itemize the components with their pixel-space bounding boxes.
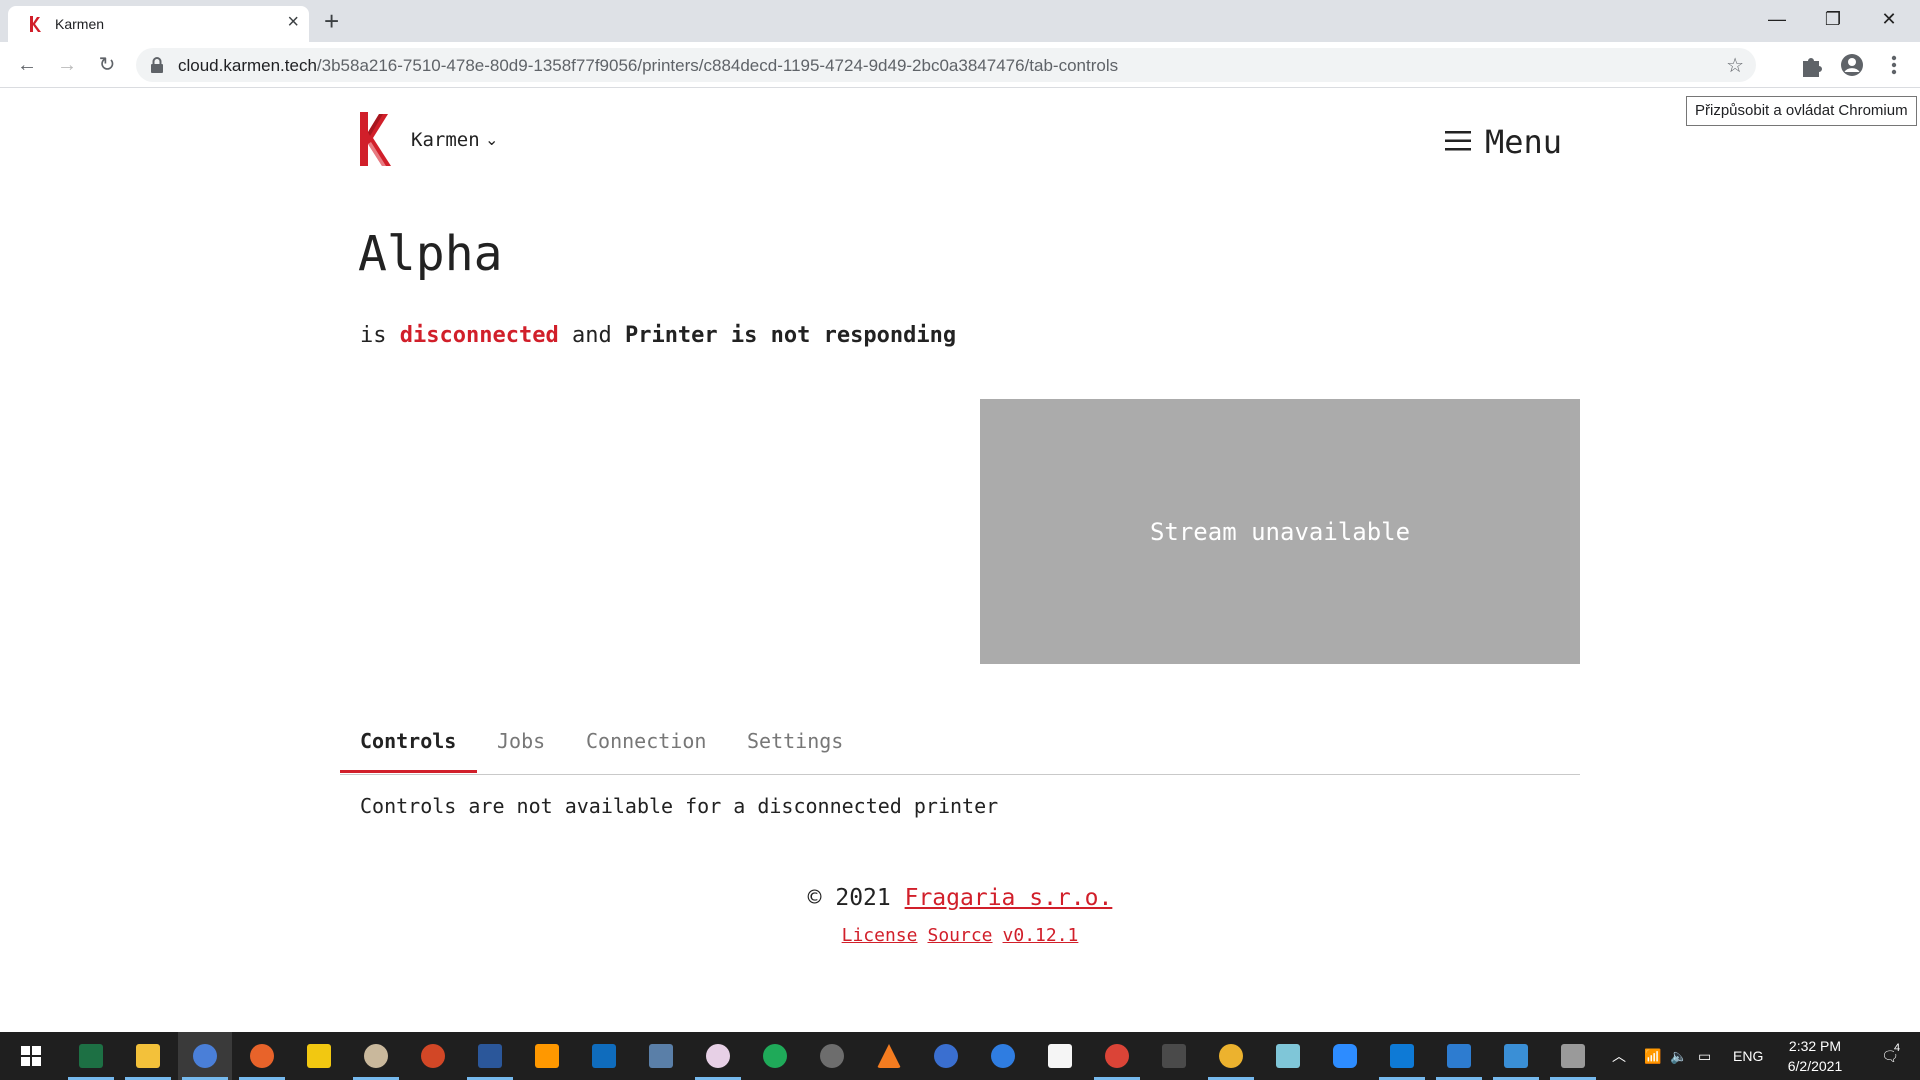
system-clock[interactable]: 2:32 PM 6/2/2021 bbox=[1770, 1036, 1860, 1076]
chevron-down-icon[interactable]: ⌄ bbox=[485, 130, 498, 150]
file-explorer-taskbar-icon[interactable] bbox=[121, 1032, 175, 1080]
restore-window-button[interactable]: ❐ bbox=[1810, 4, 1856, 34]
clock-time: 2:32 PM bbox=[1788, 1038, 1842, 1054]
tab-controls[interactable]: Controls bbox=[360, 729, 456, 753]
powerpoint-taskbar-icon[interactable] bbox=[406, 1032, 460, 1080]
new-tab-button[interactable]: + bbox=[324, 6, 339, 36]
slack-taskbar-icon[interactable] bbox=[1204, 1032, 1258, 1080]
url-text[interactable]: cloud.karmen.tech/3b58a216-7510-478e-80d… bbox=[178, 56, 1118, 76]
printer-app-taskbar-icon[interactable] bbox=[1546, 1032, 1600, 1080]
clapperboard-taskbar-icon[interactable] bbox=[1147, 1032, 1201, 1080]
status-prefix: is bbox=[360, 323, 387, 348]
start-button[interactable] bbox=[4, 1032, 58, 1080]
word-taskbar-icon[interactable] bbox=[463, 1032, 517, 1080]
browser-toolbar: ← → ↻ cloud.karmen.tech/3b58a216-7510-47… bbox=[0, 42, 1920, 88]
bookmark-star-icon[interactable]: ☆ bbox=[1726, 53, 1744, 78]
copyright-text: © 2021 bbox=[807, 885, 891, 911]
vscode-taskbar-icon[interactable] bbox=[1375, 1032, 1429, 1080]
paint-taskbar-icon[interactable] bbox=[349, 1032, 403, 1080]
tooltip: Přizpůsobit a ovládat Chromium bbox=[1686, 96, 1917, 126]
stream-panel: Stream unavailable bbox=[980, 399, 1580, 664]
karmen-favicon-icon bbox=[30, 16, 41, 32]
address-bar[interactable]: cloud.karmen.tech/3b58a216-7510-478e-80d… bbox=[136, 48, 1756, 82]
tab-connection[interactable]: Connection bbox=[586, 729, 706, 753]
karmen-logo-icon[interactable] bbox=[358, 112, 392, 166]
outlook-taskbar-icon[interactable] bbox=[577, 1032, 631, 1080]
footer-copyright: © 2021 Fragaria s.r.o. bbox=[0, 885, 1920, 911]
excel-taskbar-icon[interactable] bbox=[64, 1032, 118, 1080]
lock-icon bbox=[151, 57, 163, 73]
minimize-window-button[interactable]: — bbox=[1754, 4, 1800, 34]
reload-button[interactable]: ↻ bbox=[92, 50, 122, 80]
card-app-taskbar-icon[interactable] bbox=[1489, 1032, 1543, 1080]
paint3d-taskbar-icon[interactable] bbox=[691, 1032, 745, 1080]
footer-links: License Source v0.12.1 bbox=[0, 925, 1920, 946]
photos-taskbar-icon[interactable] bbox=[1432, 1032, 1486, 1080]
chrome-menu-icon[interactable] bbox=[1880, 51, 1908, 79]
firefox-taskbar-icon[interactable] bbox=[235, 1032, 289, 1080]
url-path: /3b58a216-7510-478e-80d9-1358f77f9056/pr… bbox=[316, 56, 1119, 75]
stream-message: Stream unavailable bbox=[1149, 517, 1411, 546]
clock-date: 6/2/2021 bbox=[1787, 1058, 1843, 1074]
license-link[interactable]: License bbox=[842, 925, 918, 946]
forward-button[interactable]: → bbox=[52, 50, 82, 80]
page-title: Alpha bbox=[358, 226, 503, 282]
browser-tab-strip: Karmen × + — ❐ ✕ bbox=[0, 0, 1920, 42]
hamburger-menu-icon bbox=[1445, 131, 1471, 151]
battery-icon[interactable]: ▭ bbox=[1698, 1032, 1711, 1080]
show-hidden-icons-chevron[interactable]: ︿ bbox=[1612, 1032, 1626, 1080]
windows-taskbar: ︿ 📶 🔈 ▭ ENG 2:32 PM 6/2/2021 🗨 4 bbox=[0, 1032, 1920, 1080]
printer-status: is disconnected and Printer is not respo… bbox=[360, 323, 956, 348]
input-language[interactable]: ENG bbox=[1733, 1032, 1763, 1080]
organization-switcher[interactable]: Karmen bbox=[411, 129, 480, 151]
calculator-taskbar-icon[interactable] bbox=[634, 1032, 688, 1080]
notification-count-badge: 4 bbox=[1894, 1042, 1901, 1054]
chrome-r-taskbar-icon[interactable] bbox=[1090, 1032, 1144, 1080]
ant-app-taskbar-icon[interactable] bbox=[805, 1032, 859, 1080]
windows-start-icon bbox=[21, 1046, 41, 1066]
tab-content-message: Controls are not available for a disconn… bbox=[360, 794, 999, 818]
tab-settings[interactable]: Settings bbox=[747, 729, 843, 753]
chromium-taskbar-icon[interactable] bbox=[178, 1032, 232, 1080]
back-button[interactable]: ← bbox=[12, 50, 42, 80]
davinci-taskbar-icon[interactable] bbox=[919, 1032, 973, 1080]
company-link[interactable]: Fragaria s.r.o. bbox=[905, 885, 1113, 911]
vlc-taskbar-icon[interactable] bbox=[862, 1032, 916, 1080]
notepad-taskbar-icon[interactable] bbox=[1033, 1032, 1087, 1080]
power-bi-taskbar-icon[interactable] bbox=[292, 1032, 346, 1080]
close-tab-icon[interactable]: × bbox=[287, 12, 299, 32]
volume-icon[interactable]: 🔈 bbox=[1670, 1032, 1687, 1080]
status-and: and bbox=[571, 323, 612, 348]
printer-tabs: Controls Jobs Connection Settings bbox=[340, 715, 1580, 775]
close-window-button[interactable]: ✕ bbox=[1866, 4, 1912, 34]
version-link[interactable]: v0.12.1 bbox=[1003, 925, 1079, 946]
action-center-button[interactable]: 🗨 4 bbox=[1870, 1032, 1910, 1080]
active-tab-indicator bbox=[340, 770, 477, 773]
extensions-puzzle-icon[interactable] bbox=[1797, 51, 1825, 79]
network-icon[interactable]: 📶 bbox=[1644, 1032, 1661, 1080]
printer-response-status: Printer is not responding bbox=[624, 323, 957, 348]
connection-status: disconnected bbox=[399, 323, 559, 348]
source-link[interactable]: Source bbox=[927, 925, 992, 946]
browser-tab[interactable]: Karmen × bbox=[8, 6, 309, 42]
menu-label: Menu bbox=[1485, 123, 1563, 161]
teal-app-taskbar-icon[interactable] bbox=[1261, 1032, 1315, 1080]
url-host: cloud.karmen.tech bbox=[178, 56, 317, 75]
blue-app-taskbar-icon[interactable] bbox=[976, 1032, 1030, 1080]
profile-avatar-icon[interactable] bbox=[1838, 51, 1866, 79]
browser-tab-title: Karmen bbox=[55, 16, 105, 32]
zoom-taskbar-icon[interactable] bbox=[1318, 1032, 1372, 1080]
green-app-taskbar-icon[interactable] bbox=[748, 1032, 802, 1080]
sublime-taskbar-icon[interactable] bbox=[520, 1032, 574, 1080]
tab-jobs[interactable]: Jobs bbox=[497, 729, 545, 753]
